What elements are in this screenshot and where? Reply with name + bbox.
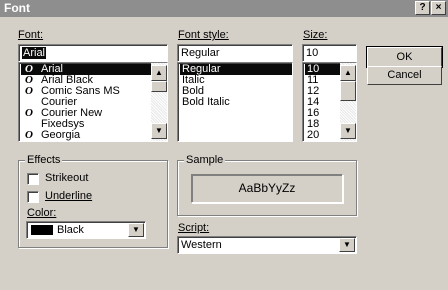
scroll-down-arrow-icon[interactable]: ▼ [340, 123, 356, 139]
script-label: Script: [178, 222, 210, 234]
color-swatch [31, 225, 53, 235]
font-style-list[interactable]: Regular Italic Bold Bold Italic [177, 62, 293, 142]
font-list-item-label: Georgia [41, 129, 81, 141]
sample-preview: AaBbYyZz [191, 174, 343, 203]
size-input[interactable]: 10 [302, 44, 357, 62]
font-list-item[interactable]: O Georgia [21, 130, 167, 141]
scroll-thumb[interactable] [340, 81, 356, 101]
truetype-font-icon: O [25, 85, 33, 97]
sample-group: Sample AaBbYyZz [177, 154, 357, 216]
cancel-button[interactable]: Cancel [367, 66, 442, 85]
truetype-font-icon: O [25, 107, 33, 119]
title-bar: Font ? × [0, 0, 448, 17]
dropdown-arrow-icon[interactable]: ▼ [128, 223, 144, 237]
underline-label: Underline [45, 190, 93, 202]
dropdown-arrow-icon[interactable]: ▼ [339, 238, 355, 252]
scroll-down-arrow-icon[interactable]: ▼ [151, 123, 167, 139]
color-select[interactable]: Black ▼ [26, 221, 146, 239]
font-style-label: Font style: [178, 29, 229, 41]
script-value: Western [181, 239, 222, 251]
dialog-title: Font [4, 1, 30, 15]
color-value: Black [57, 224, 84, 236]
font-style-input[interactable]: Regular [177, 44, 293, 62]
font-input[interactable]: Arial [18, 44, 168, 62]
font-style-list-item[interactable]: Bold Italic [180, 97, 292, 108]
font-list-scrollbar[interactable]: ▲ ▼ [151, 63, 167, 141]
ok-button[interactable]: OK [366, 46, 443, 68]
script-select[interactable]: Western ▼ [177, 236, 357, 254]
strikeout-checkbox[interactable] [27, 173, 39, 185]
size-list-item-label: 20 [307, 129, 320, 141]
font-label: Font: [18, 29, 44, 41]
close-button[interactable]: × [431, 1, 446, 15]
color-label: Color: [27, 207, 57, 219]
scroll-up-arrow-icon[interactable]: ▲ [340, 65, 356, 81]
font-style-list-item-label: Bold Italic [182, 96, 230, 108]
effects-group: Effects Strikeout Underline Color: Black… [18, 154, 168, 248]
size-list[interactable]: 10 11 12 14 16 18 20 ▲ ▼ [302, 62, 357, 142]
strikeout-label: Strikeout [45, 172, 89, 184]
underline-checkbox[interactable] [27, 191, 39, 203]
font-input-value: Arial [22, 47, 47, 59]
truetype-font-icon: O [25, 129, 33, 141]
size-list-scrollbar[interactable]: ▲ ▼ [340, 63, 356, 141]
size-label: Size: [303, 29, 328, 41]
scroll-thumb[interactable] [151, 81, 167, 92]
effects-title: Effects [25, 154, 63, 166]
help-button[interactable]: ? [415, 1, 430, 15]
scroll-up-arrow-icon[interactable]: ▲ [151, 65, 167, 81]
font-list[interactable]: O Arial O Arial Black O Comic Sans MS Courier O… [18, 62, 168, 142]
sample-title: Sample [184, 154, 226, 166]
